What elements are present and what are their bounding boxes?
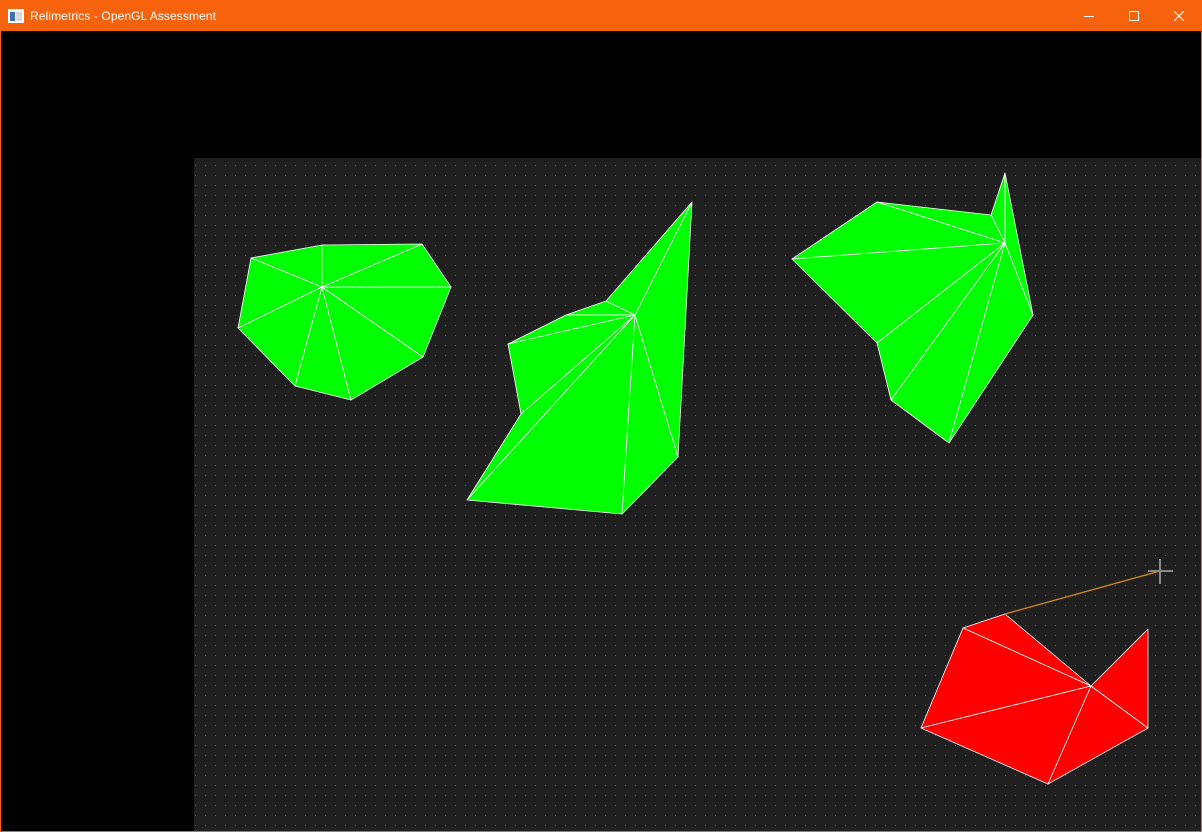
minimize-icon bbox=[1083, 16, 1094, 17]
close-icon bbox=[1173, 11, 1184, 21]
window-controls bbox=[1066, 1, 1201, 31]
title-bar[interactable]: Relimetrics - OpenGL Assessment bbox=[1, 1, 1201, 31]
window-title: Relimetrics - OpenGL Assessment bbox=[30, 9, 217, 23]
opengl-client-area[interactable] bbox=[1, 31, 1201, 831]
app-window: Relimetrics - OpenGL Assessment bbox=[0, 0, 1202, 832]
minimize-button[interactable] bbox=[1066, 1, 1111, 31]
window-app-icon bbox=[8, 8, 24, 24]
opengl-viewport[interactable] bbox=[1, 31, 1201, 831]
maximize-button[interactable] bbox=[1111, 1, 1156, 31]
maximize-icon bbox=[1128, 11, 1139, 21]
close-button[interactable] bbox=[1156, 1, 1201, 31]
